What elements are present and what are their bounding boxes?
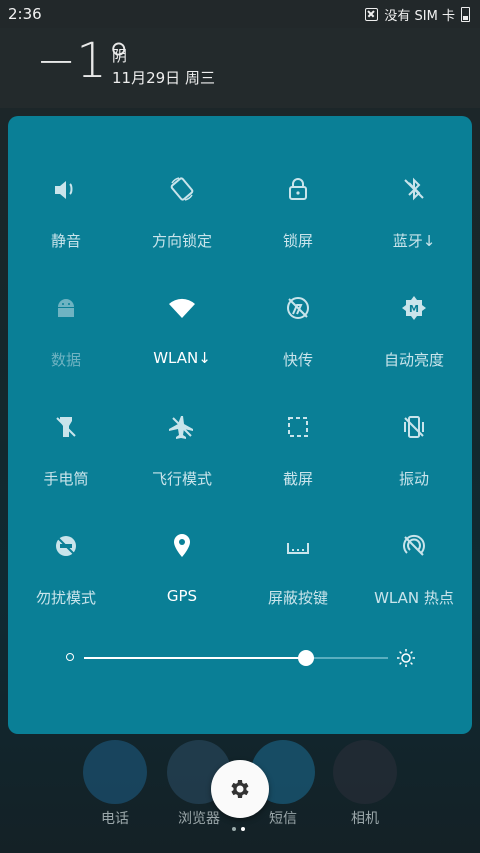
- location-pin-icon: [165, 529, 199, 563]
- brightness-high-icon: [397, 649, 415, 667]
- svg-text:M: M: [409, 304, 419, 315]
- screenshot-icon: [281, 410, 315, 444]
- gear-icon: [231, 780, 249, 798]
- page-dot: [232, 827, 236, 831]
- quick-setting-tile[interactable]: WLAN↓: [124, 235, 240, 367]
- brightness-low-icon: [66, 653, 74, 661]
- quick-setting-tile[interactable]: 飞行模式: [124, 354, 240, 488]
- quick-setting-tile[interactable]: WLAN 热点: [356, 473, 472, 607]
- camera-icon: [333, 740, 397, 804]
- quick-setting-label: 勿扰模式: [35, 589, 96, 607]
- quick-setting-tile[interactable]: 截屏: [240, 354, 356, 488]
- volume-icon: [49, 172, 83, 206]
- no-sim-icon: [365, 8, 379, 21]
- quick-setting-tile[interactable]: 振动: [356, 354, 472, 488]
- brightness-thumb[interactable]: [297, 650, 314, 666]
- brightness-track[interactable]: [84, 657, 388, 659]
- brightness-fill: [84, 657, 306, 659]
- dock-app[interactable]: 电话: [80, 740, 150, 828]
- quick-setting-tile[interactable]: M 自动亮度: [356, 235, 472, 369]
- quick-setting-tile[interactable]: 快传: [240, 235, 356, 369]
- quick-setting-tile[interactable]: 锁屏: [240, 116, 356, 250]
- block-keys-icon: [281, 529, 315, 563]
- do-not-disturb-icon: [49, 529, 83, 563]
- status-bar: 2:36 没有 SIM 卡: [0, 0, 480, 28]
- quick-setting-tile[interactable]: 手电筒: [8, 354, 124, 488]
- quick-setting-tile[interactable]: 勿扰模式: [8, 473, 124, 607]
- quick-setting-label: WLAN 热点: [374, 589, 454, 607]
- quick-setting-tile[interactable]: 蓝牙↓: [356, 116, 472, 250]
- quick-settings-panel: 静音 方向锁定 锁屏 蓝牙↓ 数据 WLAN↓ 快传 M 自动亮度手电筒 飞行模式 截屏 振动勿扰模式…: [8, 116, 472, 734]
- dock-app[interactable]: 相机: [330, 740, 400, 828]
- dock-app-label: 电话: [101, 811, 129, 827]
- flashlight-icon: [49, 410, 83, 444]
- date-label: 11月29日 周三: [112, 69, 215, 87]
- quick-setting-tile[interactable]: 静音: [8, 116, 124, 250]
- quick-setting-tile[interactable]: 数据: [8, 235, 124, 369]
- quick-setting-tile[interactable]: 屏蔽按键: [240, 473, 356, 607]
- android-icon: [49, 291, 83, 325]
- quick-setting-label: 屏蔽按键: [267, 589, 328, 607]
- rotation-icon: [165, 172, 199, 206]
- quick-setting-tile[interactable]: 方向锁定: [124, 116, 240, 250]
- hotspot-icon: [397, 529, 431, 563]
- carrier-text: 没有 SIM 卡: [384, 9, 455, 24]
- airplane-icon: [165, 410, 199, 444]
- quick-setting-label: GPS: [166, 587, 198, 605]
- page-dot-current: [241, 827, 245, 831]
- auto-brightness-icon: M: [397, 291, 431, 325]
- status-indicators: 没有 SIM 卡: [365, 5, 470, 24]
- wifi-icon: [165, 291, 199, 325]
- quick-setting-tile[interactable]: GPS: [124, 473, 240, 605]
- weather-condition: 阴: [112, 47, 128, 65]
- phone-icon: [83, 740, 147, 804]
- lock-icon: [281, 172, 315, 206]
- quick-transfer-icon: [281, 291, 315, 325]
- page-indicator: [232, 827, 245, 831]
- vibrate-icon: [397, 410, 431, 444]
- battery-icon: [461, 7, 470, 22]
- brightness-slider[interactable]: [8, 648, 472, 668]
- dock-app-label: 相机: [351, 811, 379, 827]
- bluetooth-off-icon: [397, 172, 431, 206]
- settings-button[interactable]: [211, 760, 269, 818]
- status-time: 2:36: [8, 5, 42, 23]
